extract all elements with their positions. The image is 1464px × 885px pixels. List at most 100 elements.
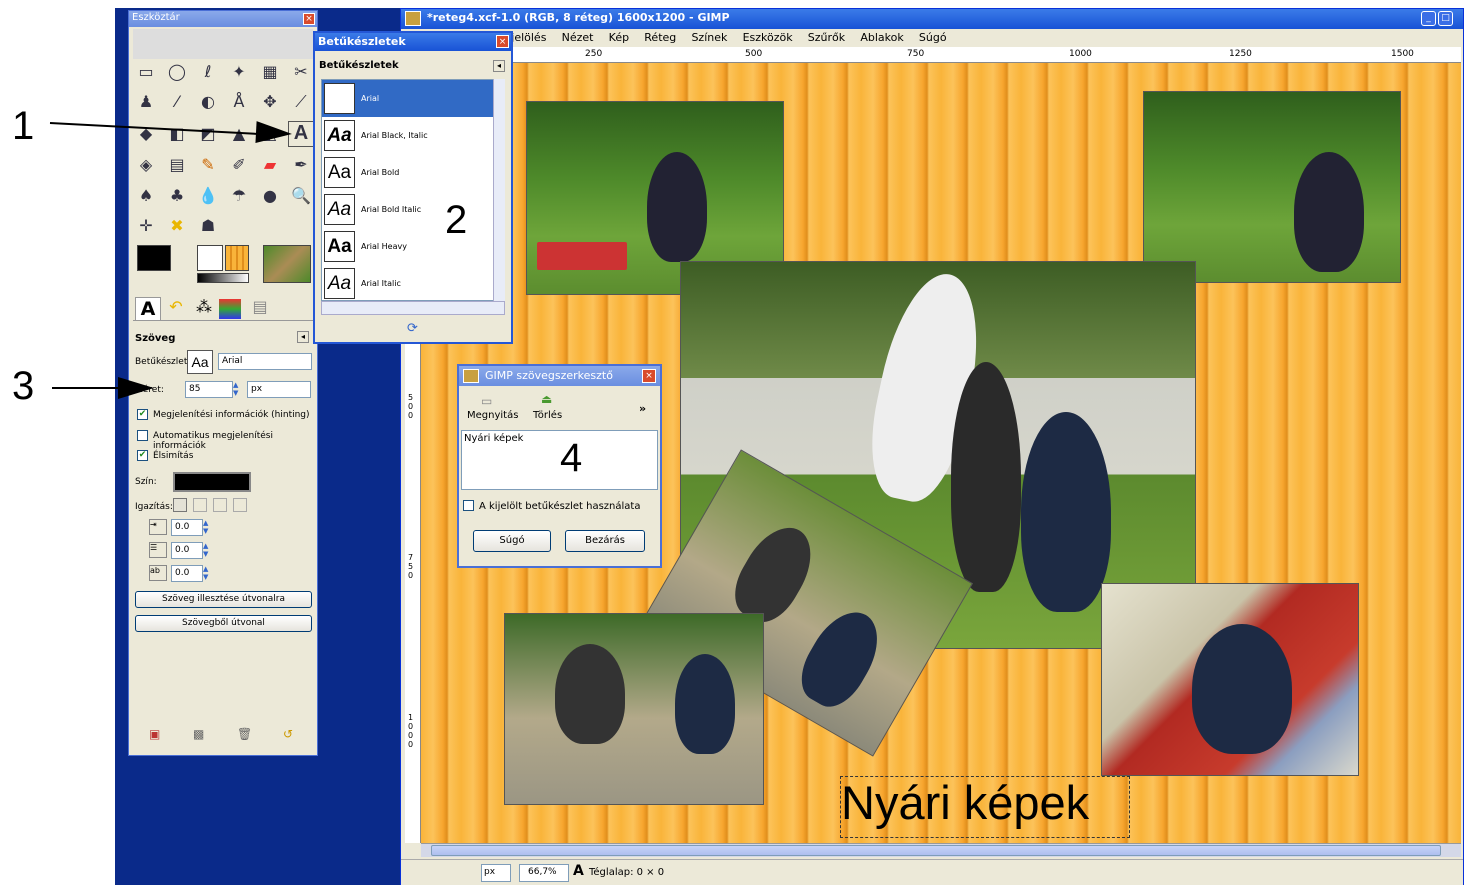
menu-view[interactable]: Nézet xyxy=(562,29,594,47)
foreground-select-icon[interactable]: ♟ xyxy=(135,91,157,113)
menu-filters[interactable]: Szűrők xyxy=(808,29,845,47)
heal-icon[interactable]: ✖ xyxy=(166,215,188,237)
font-item[interactable]: Aa Arial Italic xyxy=(322,265,504,300)
font-list-hscrollbar[interactable] xyxy=(321,301,505,315)
font-item[interactable]: Aa Arial Black, Italic xyxy=(322,117,504,154)
foreground-color-swatch[interactable] xyxy=(137,245,171,271)
font-preview-button[interactable]: Aa xyxy=(187,350,213,374)
zoom-icon[interactable]: 🔍 xyxy=(290,185,312,207)
clone-icon[interactable]: ♣ xyxy=(166,185,188,207)
color-picker-icon[interactable]: ☗ xyxy=(197,215,219,237)
fonts-close-button[interactable]: × xyxy=(496,35,509,48)
indent-spin-icon[interactable]: ▲ ▼ xyxy=(203,519,208,535)
menu-colors[interactable]: Színek xyxy=(691,29,727,47)
font-item[interactable]: Aa Arial Bold xyxy=(322,154,504,191)
refresh-fonts-icon[interactable]: ⟳ xyxy=(407,321,418,336)
crop-icon[interactable]: ⟋ xyxy=(290,91,312,113)
shear-icon[interactable]: ◩ xyxy=(197,123,219,145)
hinting-checkbox[interactable]: ✔ xyxy=(137,409,148,420)
active-image-thumbnail[interactable] xyxy=(263,245,311,283)
menu-windows[interactable]: Ablakok xyxy=(860,29,903,47)
size-input[interactable]: 85 xyxy=(185,381,233,398)
delete-options-icon[interactable]: 🗑 xyxy=(237,727,252,741)
letter-spacing-input[interactable]: 0.0 xyxy=(171,565,203,582)
clear-icon[interactable]: ⏏ xyxy=(541,392,552,406)
lasso-icon[interactable]: ℓ xyxy=(197,61,219,83)
fuzzy-select-icon[interactable]: ✦ xyxy=(228,61,250,83)
font-list[interactable]: Aa Arial Aa Arial Black, Italic Aa Arial Bo… xyxy=(321,79,505,301)
scissors-icon[interactable]: ✂ xyxy=(290,61,312,83)
rect-select-icon[interactable]: ▭ xyxy=(135,61,157,83)
open-button[interactable]: Megnyitás xyxy=(467,410,518,421)
measure-icon[interactable]: ◐ xyxy=(197,91,219,113)
font-item[interactable]: Aa Arial Bold Italic xyxy=(322,191,504,228)
active-pattern-preview[interactable] xyxy=(225,245,249,271)
size-spin-icon[interactable]: ▲ ▼ xyxy=(233,381,243,398)
justify-fill-icon[interactable] xyxy=(233,498,247,512)
auto-hinting-checkbox[interactable] xyxy=(137,430,148,441)
patterns-tab-icon[interactable] xyxy=(219,299,241,319)
bucket-fill-icon[interactable]: ◈ xyxy=(135,154,157,176)
help-button[interactable]: Súgó xyxy=(473,530,551,552)
maximize-button[interactable]: □ xyxy=(1438,11,1453,26)
restore-options-icon[interactable]: ▩ xyxy=(193,727,204,741)
paintbrush-icon[interactable]: ✐ xyxy=(228,154,250,176)
more-button[interactable]: » xyxy=(639,402,646,415)
justify-left-icon[interactable] xyxy=(173,498,187,512)
clear-button[interactable]: Törlés xyxy=(533,410,562,421)
horizontal-scrollbar[interactable] xyxy=(421,843,1461,857)
menu-tools[interactable]: Eszközök xyxy=(743,29,793,47)
unit-select[interactable]: px xyxy=(481,864,511,882)
font-name-input[interactable]: Arial xyxy=(218,353,312,370)
menu-help[interactable]: Súgó xyxy=(919,29,947,47)
text-along-path-button[interactable]: Szöveg illesztése útvonalra xyxy=(135,591,312,608)
blur-icon[interactable]: 💧 xyxy=(197,185,219,207)
font-item[interactable]: Aa Arial Heavy xyxy=(322,228,504,265)
letter-spacing-spin-icon[interactable]: ▲ ▼ xyxy=(203,565,208,581)
brushes-tab-icon[interactable]: ⁂ xyxy=(191,297,217,321)
reset-options-icon[interactable]: ↺ xyxy=(283,727,293,741)
fonts-menu-icon[interactable]: ◂ xyxy=(493,60,505,72)
line-spacing-spin-icon[interactable]: ▲ ▼ xyxy=(203,542,208,558)
text-color-button[interactable] xyxy=(173,472,251,492)
eraser-icon[interactable]: ▰ xyxy=(259,154,281,176)
dodge-icon[interactable]: ● xyxy=(259,185,281,207)
justify-center-icon[interactable] xyxy=(213,498,227,512)
options-menu-icon[interactable]: ◂ xyxy=(297,331,309,343)
text-editor-close-button[interactable]: × xyxy=(642,369,656,383)
blend-icon[interactable]: ▤ xyxy=(166,154,188,176)
color-select-icon[interactable]: ▦ xyxy=(259,61,281,83)
tool-options-tab-icon[interactable]: A xyxy=(135,297,161,321)
horizontal-ruler[interactable]: 250 500 750 1000 1250 1500 xyxy=(421,47,1461,63)
line-spacing-input[interactable]: 0.0 xyxy=(171,542,203,559)
open-folder-icon[interactable]: ▭ xyxy=(481,394,492,408)
gradients-tab-icon[interactable]: ▤ xyxy=(247,297,273,321)
device-status-tab-icon[interactable]: ↶ xyxy=(163,297,189,321)
ink-icon[interactable]: ♠ xyxy=(135,185,157,207)
active-gradient-preview[interactable] xyxy=(197,273,249,283)
indent-input[interactable]: 0.0 xyxy=(171,519,203,536)
antialias-checkbox[interactable]: ✔ xyxy=(137,450,148,461)
save-options-icon[interactable]: ▣ xyxy=(149,727,160,741)
zoom-select[interactable]: 66,7% xyxy=(519,864,569,882)
scroll-thumb[interactable] xyxy=(431,845,1441,856)
unit-select[interactable]: px xyxy=(247,381,311,398)
font-list-scrollbar[interactable] xyxy=(493,79,505,301)
minimize-button[interactable]: _ xyxy=(1421,11,1436,26)
menu-layer[interactable]: Réteg xyxy=(644,29,676,47)
scale-icon[interactable]: ◧ xyxy=(166,123,188,145)
close-button[interactable]: Bezárás xyxy=(565,530,645,552)
eyedropper-icon[interactable]: ⁄ xyxy=(166,91,188,113)
align-icon[interactable]: ✛ xyxy=(135,215,157,237)
ellipse-select-icon[interactable]: ◯ xyxy=(166,61,188,83)
move-icon[interactable]: ✥ xyxy=(259,91,281,113)
airbrush-icon[interactable]: ✒ xyxy=(290,154,312,176)
toolbox-close-button[interactable]: × xyxy=(303,13,315,25)
pencil-icon[interactable]: ✎ xyxy=(197,154,219,176)
justify-right-icon[interactable] xyxy=(193,498,207,512)
font-item[interactable]: Aa Arial xyxy=(322,80,504,117)
use-font-checkbox[interactable] xyxy=(463,500,474,511)
smudge-icon[interactable]: ☂ xyxy=(228,185,250,207)
active-brush-preview[interactable] xyxy=(197,245,223,271)
path-from-text-button[interactable]: Szövegből útvonal xyxy=(135,615,312,632)
